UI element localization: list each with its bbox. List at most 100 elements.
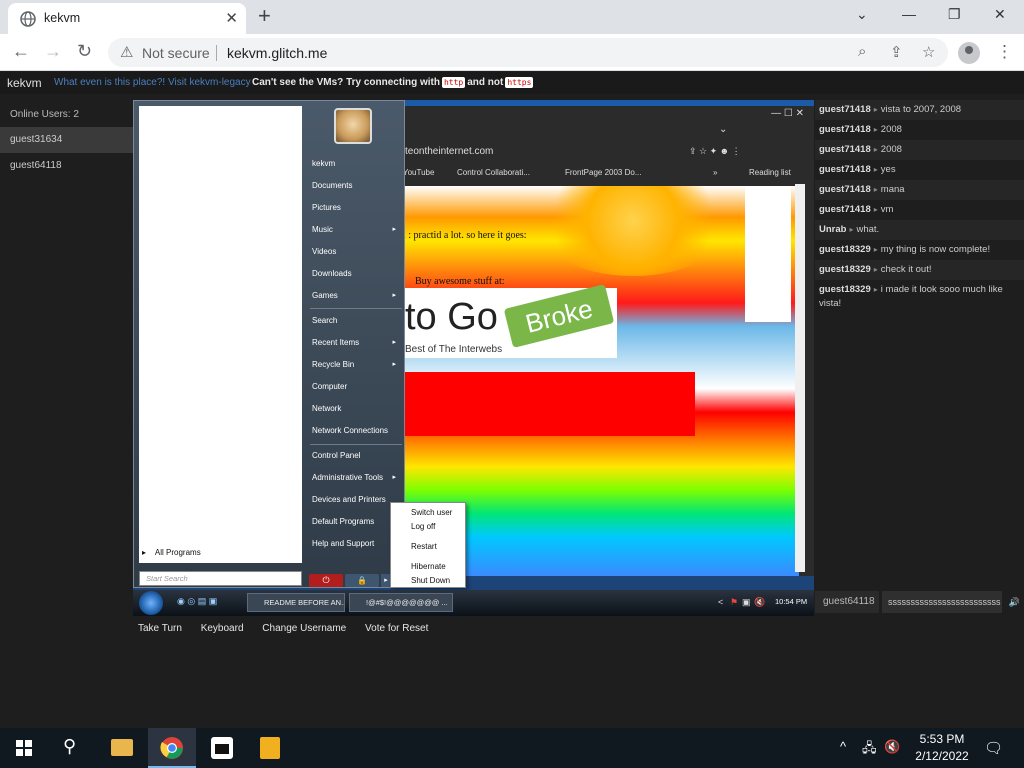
user-item[interactable]: guest31634 [0, 127, 133, 153]
taskbar-clock[interactable]: 5:53 PM 2/12/2022 [906, 731, 978, 765]
network-icon[interactable]: 🖧 [862, 739, 877, 761]
url-text[interactable]: kekvm.glitch.me [227, 45, 327, 61]
volume-muted-icon[interactable]: 🔇 [884, 739, 900, 755]
file-explorer-icon[interactable] [98, 728, 146, 768]
about-link[interactable]: What even is this place?! [54, 72, 165, 94]
start-button[interactable] [0, 728, 48, 768]
not-secure-label[interactable]: Not secure [142, 45, 210, 61]
legacy-link[interactable]: Visit kekvm-legacy [168, 72, 251, 94]
flag-icon[interactable]: ⚑ [730, 597, 738, 608]
speaker-icon[interactable]: 🔊 [1005, 591, 1024, 613]
share-icon[interactable]: ⇪ [890, 43, 903, 61]
tray-expand-icon[interactable]: < [718, 597, 723, 607]
start-orb-icon[interactable] [139, 591, 163, 615]
start-item-recycle-bin[interactable]: Recycle Bin ▸ [312, 360, 402, 369]
take-turn-button[interactable]: Take Turn [138, 623, 182, 634]
notification-icon[interactable]: 🗨 [984, 739, 1003, 757]
start-item-search[interactable]: Search [312, 316, 402, 325]
start-item-games[interactable]: Games ▸ [312, 291, 402, 300]
chat-author[interactable]: guest71418 [819, 144, 871, 155]
change-username-button[interactable]: Change Username [262, 623, 346, 634]
reading-list[interactable]: Reading list [749, 168, 791, 177]
start-item-help-and-support[interactable]: Help and Support [312, 539, 402, 548]
all-programs[interactable]: ▸ All Programs [142, 548, 201, 557]
vm-toolbar-icons[interactable]: ⇪ ☆ ✦ ☻ ⋮ [689, 146, 741, 157]
taskbar-search[interactable]: ⚲ [48, 728, 96, 768]
volume-muted-icon[interactable]: 🔇 [754, 597, 765, 608]
vm-url[interactable]: teontheinternet.com [405, 146, 493, 157]
power-hibernate[interactable]: Hibernate [411, 562, 446, 571]
app-note-icon[interactable] [246, 728, 294, 768]
zoom-icon[interactable]: ⌕ [858, 43, 866, 60]
start-search-input[interactable]: Start Search [139, 571, 302, 586]
tray-chevron-icon[interactable]: ^ [840, 739, 846, 754]
chrome-menu-icon[interactable]: ⋮ [996, 42, 1013, 62]
chat-author[interactable]: guest71418 [819, 104, 871, 115]
chat-author[interactable]: guest71418 [819, 124, 871, 135]
lock-icon[interactable]: 🔒 [345, 574, 379, 587]
user-picture[interactable] [334, 108, 372, 144]
chat-author[interactable]: Unrab [819, 224, 846, 235]
bookmark-youtube[interactable]: YouTube [403, 168, 434, 177]
site-logo[interactable]: to Go Broke Best of The Interwebs [403, 284, 617, 358]
chrome-taskbar-icon[interactable] [148, 728, 196, 768]
close-tab-icon[interactable]: ✕ [225, 9, 238, 27]
start-item-music[interactable]: Music ▸ [312, 225, 402, 234]
vm-screen[interactable]: — ☐ ✕ ⌄ teontheinternet.com ⇪ ☆ ✦ ☻ ⋮ Yo… [133, 100, 814, 616]
reload-icon[interactable]: ↻ [77, 41, 92, 62]
address-bar[interactable]: ⚠ Not secure kekvm.glitch.me ⌕ ⇪ ☆ [108, 38, 948, 67]
back-icon[interactable]: ← [12, 41, 30, 62]
profile-avatar-icon[interactable] [958, 42, 980, 64]
app-cat-icon[interactable] [198, 728, 246, 768]
chat-author[interactable]: guest18329 [819, 244, 871, 255]
bookmark-control[interactable]: Control Collaborati... [457, 168, 530, 177]
bookmark-star-icon[interactable]: ☆ [922, 43, 935, 61]
chat-input[interactable]: sssssssssssssssssssssssss [882, 591, 1002, 613]
keyboard-button[interactable]: Keyboard [201, 623, 244, 634]
chat-author[interactable]: guest71418 [819, 164, 871, 175]
chat-author[interactable]: guest18329 [819, 264, 871, 275]
chat-author[interactable]: guest71418 [819, 204, 871, 215]
tab-kekvm[interactable]: kekvm ✕ [8, 3, 246, 34]
bookmarks-more-icon[interactable]: » [713, 168, 717, 177]
vm-window-controls[interactable]: — ☐ ✕ [771, 108, 804, 119]
vm-task-readme[interactable]: README BEFORE AN... [247, 593, 345, 612]
power-icon[interactable]: ⏻ [309, 574, 343, 587]
forward-icon[interactable]: → [44, 41, 62, 62]
quicklaunch-icons[interactable]: ◉ ◎ ▤ ▣ [177, 596, 217, 607]
start-item-default-programs[interactable]: Default Programs [312, 517, 402, 526]
vote-reset-button[interactable]: Vote for Reset [365, 623, 428, 634]
start-item-recent-items[interactable]: Recent Items ▸ [312, 338, 402, 347]
user-item[interactable]: guest64118 [0, 153, 133, 179]
power-switch-user[interactable]: Switch user [411, 508, 452, 517]
start-item-user[interactable]: kekvm [312, 159, 402, 168]
vm-clock[interactable]: 10:54 PM [775, 597, 807, 606]
tab-strip: kekvm ✕ + ⌄ — ❐ ✕ [0, 0, 1024, 34]
tab-search-icon[interactable]: ⌄ [856, 6, 868, 23]
power-log-off[interactable]: Log off [411, 522, 435, 531]
network-icon[interactable]: ▣ [742, 597, 751, 608]
chat-author[interactable]: guest18329 [819, 284, 871, 295]
new-tab-button[interactable]: + [258, 4, 271, 28]
start-item-pictures[interactable]: Pictures [312, 203, 402, 212]
window-close-icon[interactable]: ✕ [994, 6, 1006, 23]
start-item-documents[interactable]: Documents [312, 181, 402, 190]
start-item-network[interactable]: Network [312, 404, 402, 413]
power-restart[interactable]: Restart [411, 542, 437, 551]
vm-scrollbar[interactable] [795, 184, 805, 572]
start-item-control-panel[interactable]: Control Panel [312, 451, 402, 460]
start-item-downloads[interactable]: Downloads [312, 269, 402, 278]
start-item-videos[interactable]: Videos [312, 247, 402, 256]
restore-icon[interactable]: ❐ [948, 6, 961, 23]
chat-author[interactable]: guest71418 [819, 184, 871, 195]
start-item-computer[interactable]: Computer [312, 382, 402, 391]
start-item-administrative-tools[interactable]: Administrative Tools ▸ [312, 473, 402, 482]
warning-icon[interactable]: ⚠ [120, 43, 133, 61]
chevron-down-icon[interactable]: ⌄ [719, 124, 727, 135]
bookmark-frontpage[interactable]: FrontPage 2003 Do... [565, 168, 642, 177]
minimize-icon[interactable]: — [902, 6, 916, 22]
start-item-network-connections[interactable]: Network Connections [312, 426, 402, 435]
vm-task-browser[interactable]: !@#$!@@@@@@@ ... [349, 593, 453, 612]
power-shut-down[interactable]: Shut Down [411, 576, 450, 585]
start-item-devices-and-printers[interactable]: Devices and Printers [312, 495, 402, 504]
